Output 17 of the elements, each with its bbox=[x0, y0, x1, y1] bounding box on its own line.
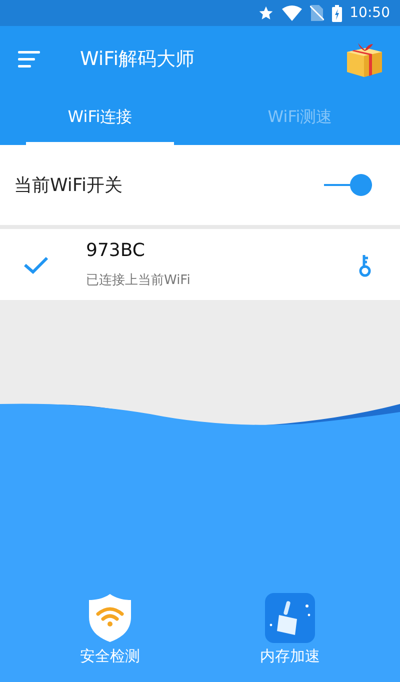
key-icon[interactable] bbox=[358, 252, 372, 276]
tab[interactable]: WiFi连接 bbox=[26, 92, 174, 145]
switch-label: 当前WiFi开关 bbox=[14, 174, 124, 197]
star-icon bbox=[258, 5, 274, 21]
status-time: 10:50 bbox=[350, 5, 390, 21]
tab[interactable]: WiFi测速 bbox=[226, 92, 374, 145]
network-name: 973BC bbox=[86, 240, 146, 261]
shield-wifi-icon bbox=[87, 593, 133, 643]
no-sim-icon bbox=[310, 5, 324, 21]
action-label[interactable]: 安全检测 bbox=[80, 647, 140, 666]
wifi-icon bbox=[282, 5, 302, 21]
wifi-switch[interactable] bbox=[324, 173, 372, 197]
app-title: WiFi解码大师 bbox=[80, 47, 196, 72]
menu-icon[interactable] bbox=[18, 50, 40, 68]
action-label[interactable]: 内存加速 bbox=[260, 647, 320, 666]
network-status: 已连接上当前WiFi bbox=[86, 272, 192, 289]
battery-icon bbox=[332, 4, 342, 22]
